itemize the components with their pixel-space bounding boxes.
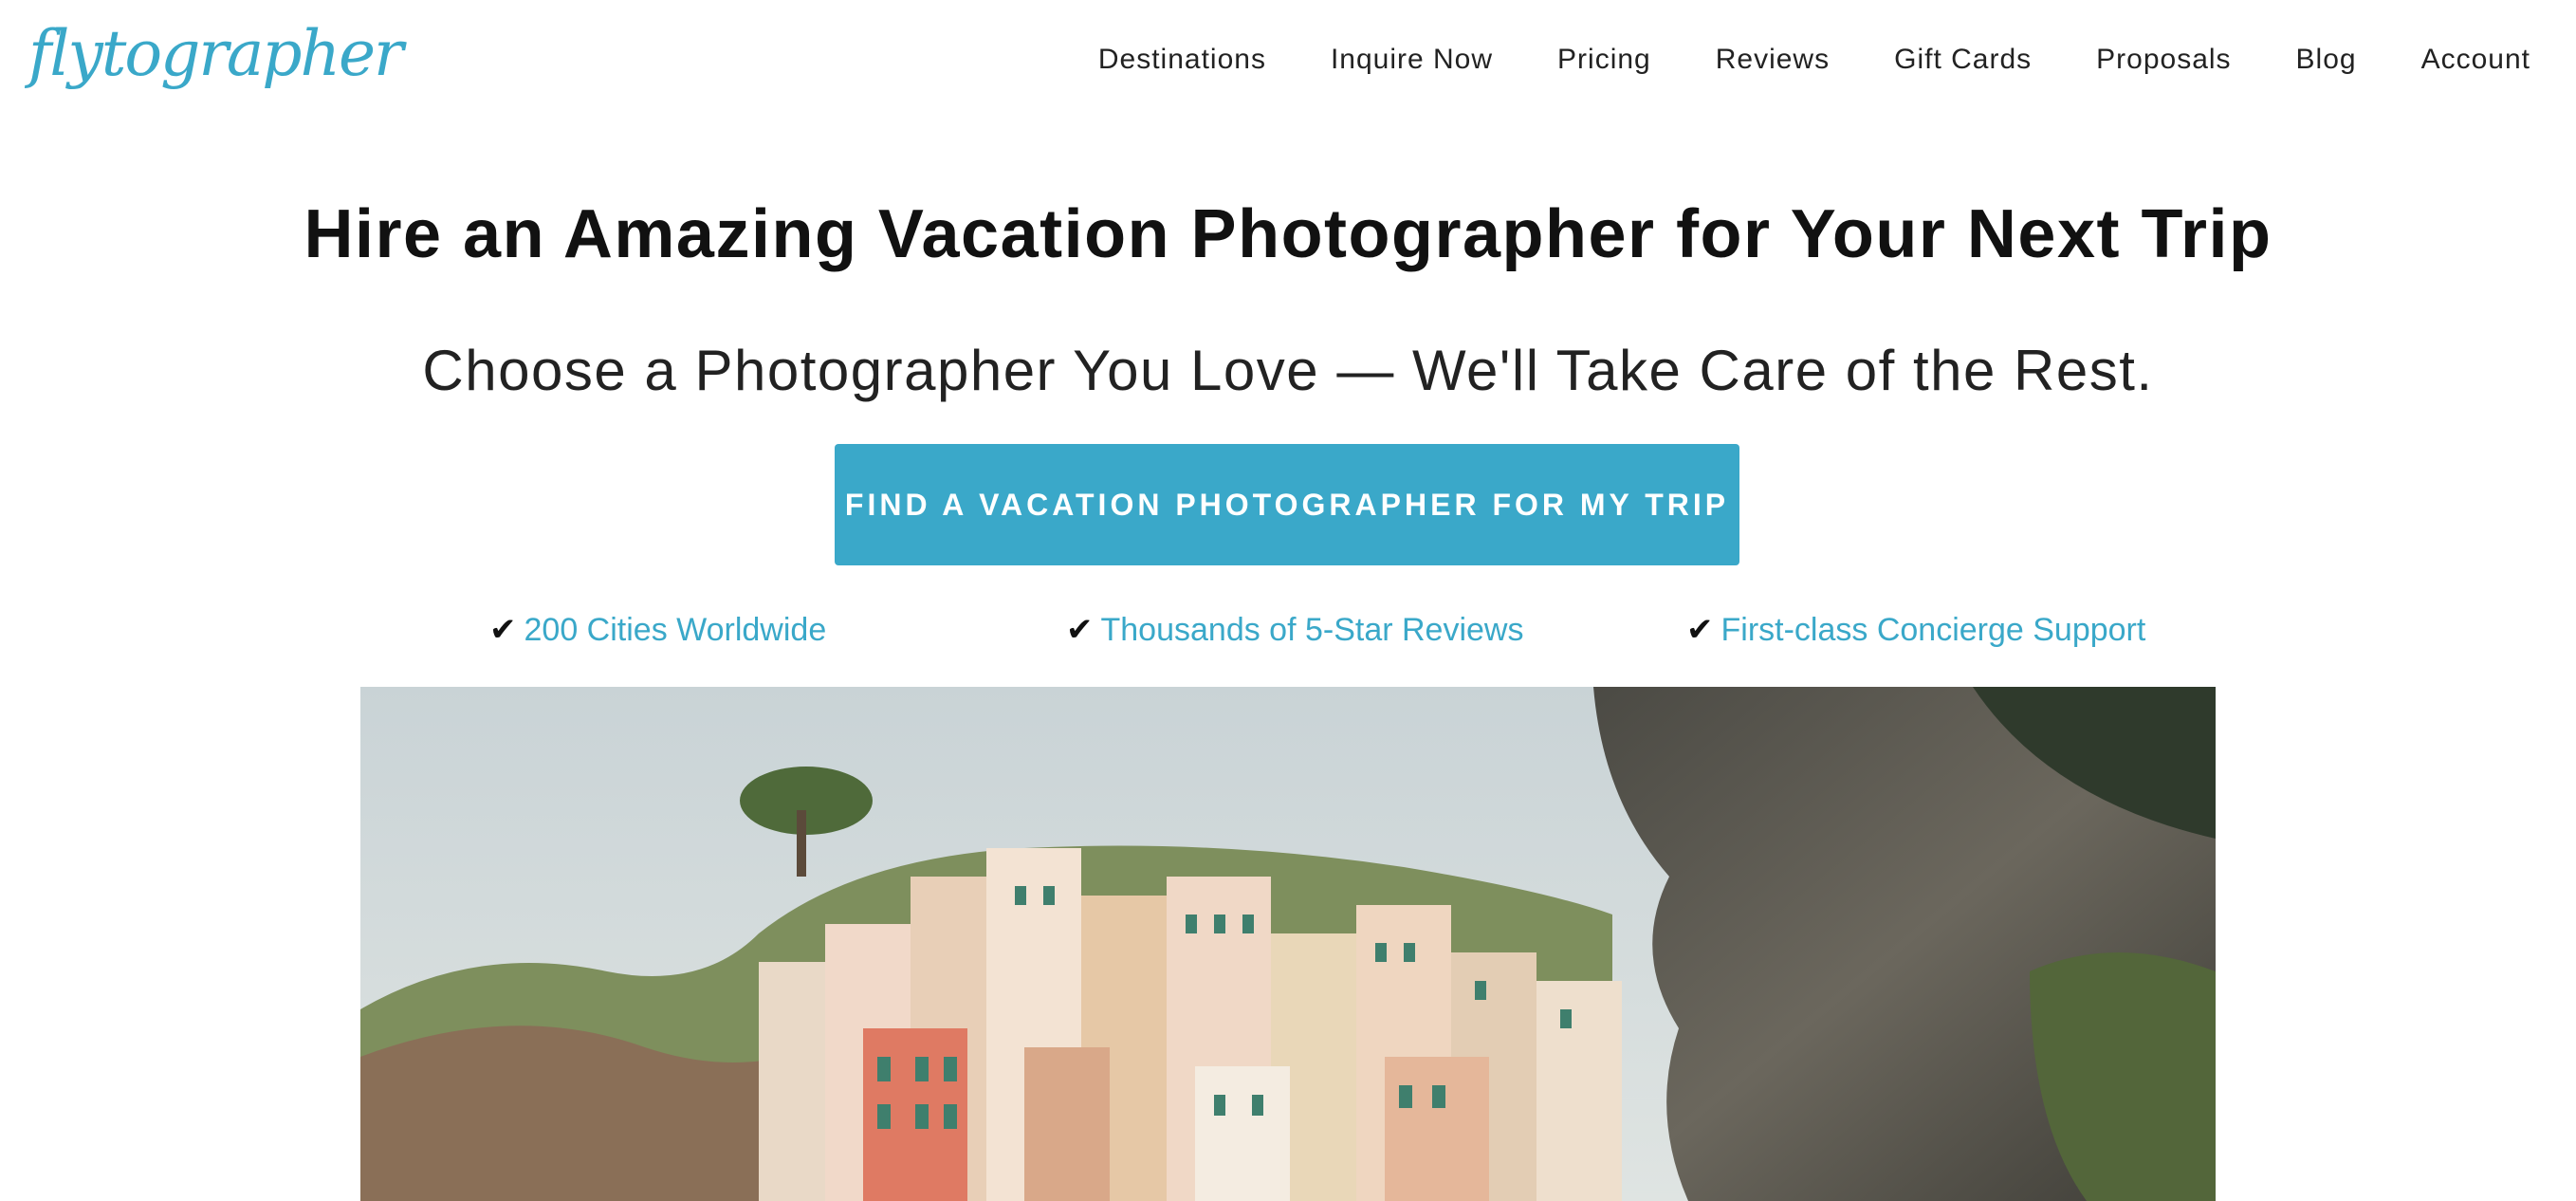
main-nav: Destinations Inquire Now Pricing Reviews… <box>1034 44 2530 76</box>
hero-subtitle: Choose a Photographer You Love — We'll T… <box>422 339 2154 402</box>
flytographer-logo[interactable]: flytographer <box>28 17 404 90</box>
nav-gift-cards[interactable]: Gift Cards <box>1894 44 2032 76</box>
nav-blog[interactable]: Blog <box>2296 44 2357 76</box>
nav-inquire-now[interactable]: Inquire Now <box>1331 44 1493 76</box>
feature-label: 200 Cities Worldwide <box>524 612 827 648</box>
nav-destinations[interactable]: Destinations <box>1098 44 1266 76</box>
nav-account[interactable]: Account <box>2421 44 2530 76</box>
feature-list: ✔ 200 Cities Worldwide ✔ Thousands of 5-St… <box>0 611 2576 658</box>
check-icon: ✔ <box>489 612 517 648</box>
nav-proposals[interactable]: Proposals <box>2096 44 2231 76</box>
find-photographer-button[interactable]: FIND A VACATION PHOTOGRAPHER FOR MY TRIP <box>835 444 1739 565</box>
feature-item[interactable]: ✔ Thousands of 5-Star Reviews <box>1066 611 1523 649</box>
nav-reviews[interactable]: Reviews <box>1716 44 1830 76</box>
hero-photo <box>360 687 2216 1201</box>
nav-pricing[interactable]: Pricing <box>1557 44 1651 76</box>
feature-item[interactable]: ✔ First-class Concierge Support <box>1686 611 2145 649</box>
feature-label: Thousands of 5-Star Reviews <box>1100 612 1524 648</box>
feature-item[interactable]: ✔ 200 Cities Worldwide <box>489 611 826 649</box>
check-icon: ✔ <box>1686 612 1714 648</box>
check-icon: ✔ <box>1066 612 1094 648</box>
hero-photo-illustration <box>360 687 2216 1201</box>
hero-title: Hire an Amazing Vacation Photographer fo… <box>304 196 2272 272</box>
site-header: flytographer Destinations Inquire Now Pr… <box>0 0 2576 133</box>
feature-label: First-class Concierge Support <box>1720 612 2146 648</box>
